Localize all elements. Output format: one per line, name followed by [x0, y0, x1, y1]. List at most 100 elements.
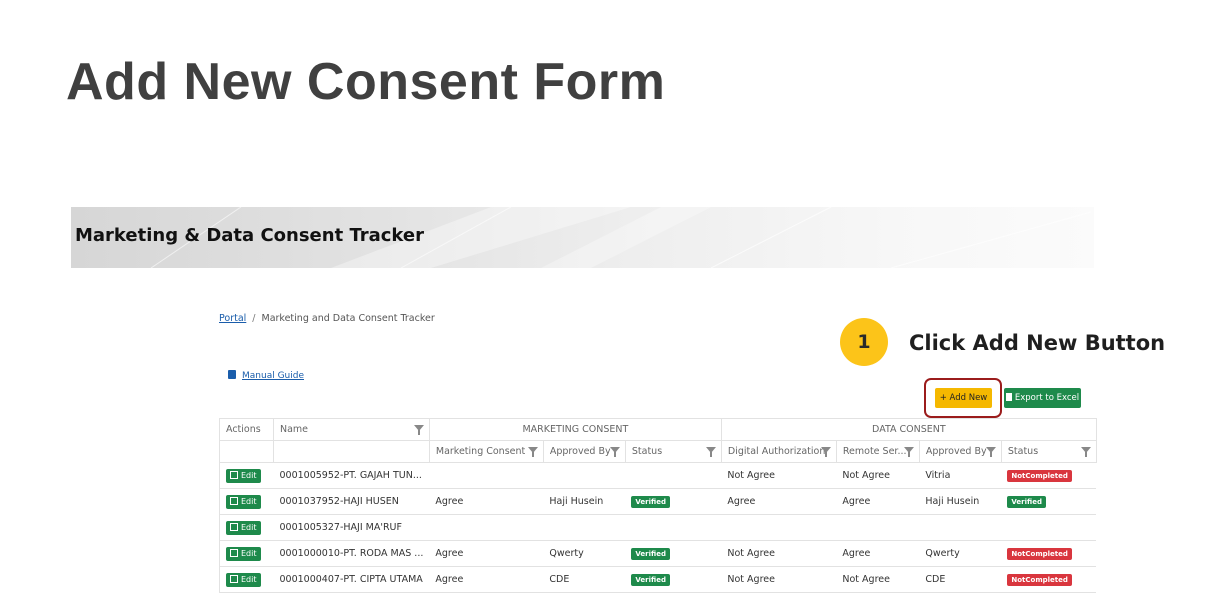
- marketing-consent-cell: [429, 462, 544, 489]
- edit-button[interactable]: Edit: [226, 468, 261, 483]
- marketing-consent-cell: Agree: [429, 566, 544, 593]
- edit-label: Edit: [241, 522, 257, 532]
- remote-service-cell: [836, 514, 920, 541]
- file-icon: [1005, 393, 1012, 401]
- marketing-consent-group-header: MARKETING CONSENT: [428, 418, 722, 441]
- col-data-status-header[interactable]: Status: [1000, 440, 1097, 463]
- col-name-label: Name: [280, 424, 309, 435]
- status-badge: Verified: [631, 573, 670, 586]
- edit-icon: [230, 548, 238, 557]
- filter-icon[interactable]: [705, 447, 716, 457]
- edit-button[interactable]: Edit: [226, 520, 261, 535]
- col-data-approved-by-label: Approved By: [925, 446, 987, 457]
- edit-icon: [230, 522, 238, 531]
- edit-button[interactable]: Edit: [226, 546, 261, 561]
- edit-icon: [230, 496, 238, 505]
- actions-cell: Edit: [219, 514, 274, 541]
- filter-icon[interactable]: [527, 447, 538, 457]
- actions-cell: Edit: [219, 462, 274, 489]
- edit-button[interactable]: Edit: [226, 572, 261, 587]
- breadcrumb-portal-link[interactable]: Portal: [219, 313, 246, 324]
- col-marketing-consent-label: Marketing Consent: [435, 446, 526, 457]
- data-consent-group-header: DATA CONSENT: [720, 418, 1097, 441]
- approved-by-cell: Qwerty: [543, 540, 626, 567]
- export-excel-label: Export to Excel: [1014, 393, 1080, 403]
- status-badge: Verified: [1007, 495, 1046, 508]
- digital-authorization-cell: [721, 514, 837, 541]
- col-data-approved-by-header[interactable]: Approved By: [918, 440, 1002, 463]
- table-row: Edit 0001000407-PT. CIPTA UTAMA Agree CDE Ve…: [219, 566, 1097, 593]
- edit-label: Edit: [241, 496, 257, 506]
- col-remote-service-label: Remote Ser...: [842, 446, 907, 457]
- manual-guide-link[interactable]: Manual Guide: [228, 370, 304, 381]
- digital-authorization-cell: Not Agree: [721, 462, 837, 489]
- edit-label: Edit: [241, 548, 257, 558]
- approved-by-cell: CDE: [543, 566, 626, 593]
- data-status-cell: NotCompleted: [1001, 462, 1097, 489]
- name-cell: 0001005327-HAJI MA'RUF: [273, 514, 430, 541]
- filter-icon[interactable]: [820, 447, 831, 457]
- status-badge: Verified: [631, 495, 670, 508]
- col-approved-by-header[interactable]: Approved By: [542, 440, 626, 463]
- data-status-cell: NotCompleted: [1001, 540, 1097, 567]
- edit-label: Edit: [241, 470, 257, 480]
- page-banner: Marketing & Data Consent Tracker: [71, 207, 1094, 268]
- add-new-button[interactable]: + Add New: [935, 388, 992, 408]
- status-badge: NotCompleted: [1007, 547, 1072, 560]
- approved-by-cell: [543, 462, 626, 489]
- status-cell: [625, 514, 722, 541]
- filter-icon[interactable]: [609, 447, 620, 457]
- status-badge: NotCompleted: [1007, 469, 1072, 482]
- table-row: Edit 0001037952-HAJI HUSEN Agree Haji Husei…: [219, 488, 1097, 515]
- export-excel-button[interactable]: Export to Excel: [1004, 388, 1081, 408]
- name-subheader: [273, 440, 430, 463]
- filter-icon[interactable]: [1080, 447, 1091, 457]
- remote-service-cell: Not Agree: [836, 566, 920, 593]
- marketing-consent-cell: Agree: [429, 540, 544, 567]
- col-name-header[interactable]: Name: [273, 418, 430, 441]
- marketing-consent-cell: [429, 514, 544, 541]
- name-cell: 0001005952-PT. GAJAH TUN...: [273, 462, 430, 489]
- col-remote-service-header[interactable]: Remote Ser...: [835, 440, 920, 463]
- filter-icon[interactable]: [985, 447, 996, 457]
- breadcrumb-current: Marketing and Data Consent Tracker: [261, 313, 435, 324]
- col-status-header[interactable]: Status: [624, 440, 722, 463]
- data-status-cell: [1001, 514, 1097, 541]
- data-approved-by-cell: Vitria: [919, 462, 1002, 489]
- table-body: Edit 0001005952-PT. GAJAH TUN... Not Agree…: [219, 462, 1097, 593]
- col-actions-header: Actions: [219, 418, 274, 441]
- col-digital-authorization-header[interactable]: Digital Authorization: [720, 440, 837, 463]
- data-approved-by-cell: [919, 514, 1002, 541]
- banner-title: Marketing & Data Consent Tracker: [75, 225, 425, 246]
- name-cell: 0001000407-PT. CIPTA UTAMA: [273, 566, 430, 593]
- data-approved-by-cell: Qwerty: [919, 540, 1002, 567]
- filter-icon[interactable]: [413, 425, 424, 435]
- remote-service-cell: Not Agree: [836, 462, 920, 489]
- col-marketing-consent-header[interactable]: Marketing Consent: [428, 440, 544, 463]
- table-row: Edit 0001005952-PT. GAJAH TUN... Not Agree…: [219, 462, 1097, 489]
- table-row: Edit 0001000010-PT. RODA MAS ... Agree Qwer…: [219, 540, 1097, 567]
- manual-guide-label: Manual Guide: [242, 371, 304, 381]
- data-status-cell: NotCompleted: [1001, 566, 1097, 593]
- digital-authorization-cell: Not Agree: [721, 566, 837, 593]
- status-badge: Verified: [631, 547, 670, 560]
- step-instruction: Click Add New Button: [909, 331, 1166, 355]
- book-icon: [228, 370, 236, 379]
- digital-authorization-cell: Not Agree: [721, 540, 837, 567]
- actions-cell: Edit: [219, 566, 274, 593]
- remote-service-cell: Agree: [836, 540, 920, 567]
- breadcrumb: Portal / Marketing and Data Consent Tracke…: [219, 313, 435, 324]
- breadcrumb-separator: /: [252, 313, 256, 324]
- edit-icon: [230, 574, 238, 583]
- edit-icon: [230, 470, 238, 479]
- data-approved-by-cell: Haji Husein: [919, 488, 1002, 515]
- remote-service-cell: Agree: [836, 488, 920, 515]
- name-cell: 0001037952-HAJI HUSEN: [273, 488, 430, 515]
- table-row: Edit 0001005327-HAJI MA'RUF: [219, 514, 1097, 541]
- status-badge: NotCompleted: [1007, 573, 1072, 586]
- edit-button[interactable]: Edit: [226, 494, 261, 509]
- filter-icon[interactable]: [903, 447, 914, 457]
- status-cell: Verified: [625, 488, 722, 515]
- col-data-status-label: Status: [1007, 446, 1039, 457]
- data-status-cell: Verified: [1001, 488, 1097, 515]
